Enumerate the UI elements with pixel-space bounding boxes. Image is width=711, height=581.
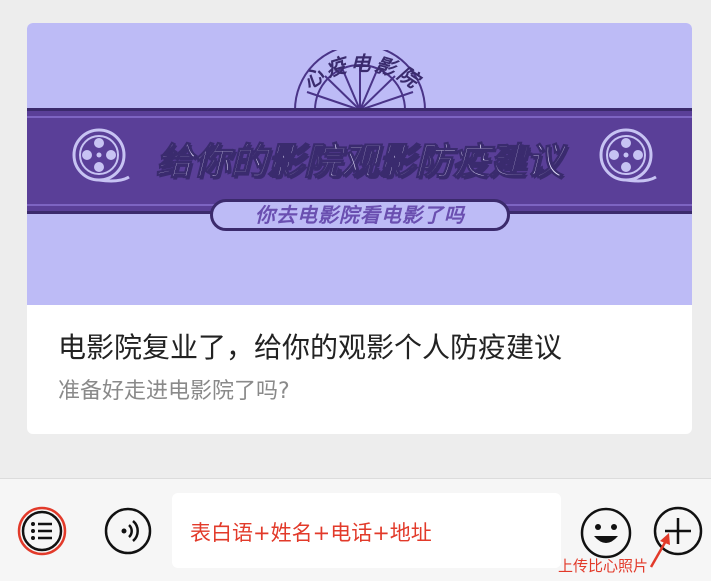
film-reel-icon [599, 128, 657, 183]
list-menu-icon [17, 506, 67, 556]
film-reel-icon [72, 128, 130, 183]
banner-pill-text: 你去电影院看电影了吗 [210, 199, 510, 231]
article-card[interactable]: 心疫电影院 给你的影院观影防疫建议 你去电影院看电影了吗 电影院复业了，给你的观… [27, 23, 692, 434]
message-input-text: 表白语+姓名+电话+地址 [190, 521, 432, 545]
menu-button[interactable] [17, 506, 67, 560]
arc-text-label: 心疫电影院 [298, 51, 423, 94]
upload-photo-annotation: 上传比心照片 [558, 557, 649, 575]
smiley-icon [580, 507, 632, 559]
message-input[interactable]: 表白语+姓名+电话+地址 [172, 493, 561, 568]
annotation-arrow-icon [649, 533, 670, 568]
article-title[interactable]: 电影院复业了，给你的观影个人防疫建议 [58, 326, 678, 366]
voice-icon [104, 507, 152, 555]
voice-button[interactable] [103, 506, 153, 560]
article-subtitle: 准备好走进电影院了吗? [58, 379, 290, 404]
banner-arc-text: 心疫电影院 [298, 51, 426, 94]
banner-headline: 给你的影院观影防疫建议 [155, 139, 563, 183]
article-banner-image: 心疫电影院 给你的影院观影防疫建议 你去电影院看电影了吗 [27, 23, 692, 305]
chat-input-bar: 表白语+姓名+电话+地址 上传比心照片 [0, 478, 711, 581]
svg-text:心疫电影院: 心疫电影院 [298, 51, 426, 94]
